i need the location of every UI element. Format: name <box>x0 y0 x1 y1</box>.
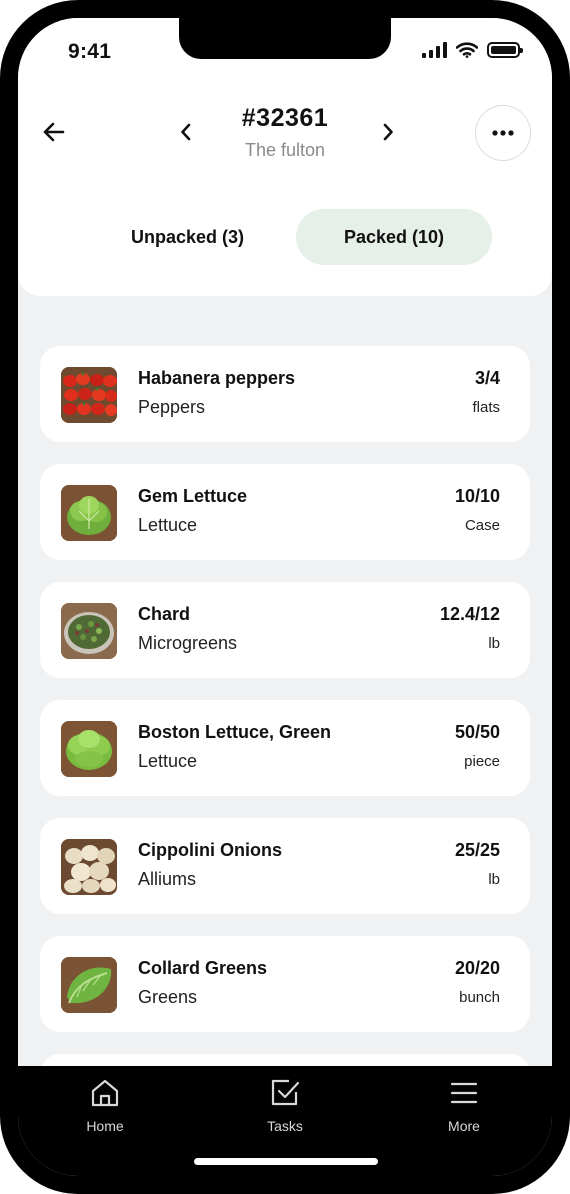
wifi-icon <box>456 42 478 58</box>
signal-icon <box>422 42 447 58</box>
list-item[interactable]: Gem Lettuce Lettuce 10/10 Case <box>40 464 530 560</box>
item-thumbnail <box>61 721 117 777</box>
nav-more-label: More <box>448 1118 480 1134</box>
item-unit: lb <box>488 871 500 888</box>
item-category: Lettuce <box>138 751 198 771</box>
item-quantity: 20/20 <box>454 958 500 978</box>
back-button[interactable] <box>38 116 70 148</box>
nav-home[interactable]: Home <box>55 1076 155 1134</box>
item-category: Alliums <box>138 869 197 889</box>
phone-frame: 9:41 #32361 The fulton Unpacked (3) Pack… <box>0 0 570 1194</box>
item-thumbnail <box>61 839 117 895</box>
packing-tabs: Unpacked (3) Packed (10) <box>90 209 494 265</box>
item-category: Lettuce <box>138 515 198 535</box>
item-name: Gem Lettuce <box>138 486 248 506</box>
checkbox-icon <box>268 1076 302 1110</box>
item-unit: flats <box>472 399 500 416</box>
item-unit: lb <box>488 635 500 652</box>
item-thumbnail <box>61 603 117 659</box>
nav-tasks[interactable]: Tasks <box>235 1076 335 1134</box>
item-name: Collard Greens <box>138 958 268 978</box>
order-number: #32361 <box>241 104 329 132</box>
tab-unpacked[interactable]: Unpacked (3) <box>90 209 285 265</box>
nav-tasks-label: Tasks <box>267 1118 303 1134</box>
home-indicator <box>194 1158 378 1165</box>
item-thumbnail <box>61 957 117 1013</box>
list-item[interactable]: Chard Microgreens 12.4/12 lb <box>40 582 530 678</box>
app-screen: 9:41 #32361 The fulton Unpacked (3) Pack… <box>18 18 552 1176</box>
item-unit: piece <box>464 753 500 770</box>
item-quantity: 10/10 <box>454 486 500 506</box>
menu-icon <box>447 1076 481 1110</box>
list-item[interactable]: Habanera peppers Peppers 3/4 flats <box>40 346 530 442</box>
header-panel: 9:41 #32361 The fulton Unpacked (3) Pack… <box>18 18 552 296</box>
item-quantity: 25/25 <box>454 840 500 860</box>
nav-home-label: Home <box>86 1118 124 1134</box>
status-time: 9:41 <box>68 40 112 63</box>
battery-icon <box>487 42 523 58</box>
lettuce-image <box>61 721 117 777</box>
list-item[interactable]: Cippolini Onions Alliums 25/25 lb <box>40 818 530 914</box>
lettuce-image <box>61 485 117 541</box>
item-name: Habanera peppers <box>138 368 296 388</box>
item-quantity: 3/4 <box>474 368 500 388</box>
item-category: Greens <box>138 987 198 1007</box>
item-name: Cippolini Onions <box>138 840 282 860</box>
item-quantity: 12.4/12 <box>439 604 500 624</box>
status-icons <box>422 42 523 58</box>
onions-image <box>61 839 117 895</box>
item-category: Microgreens <box>138 633 238 653</box>
item-thumbnail <box>61 485 117 541</box>
greens-image <box>61 957 117 1013</box>
item-unit: Case <box>464 517 500 534</box>
item-unit: bunch <box>459 989 500 1006</box>
item-name: Chard <box>138 604 191 624</box>
list-item[interactable]: Collard Greens Greens 20/20 bunch <box>40 936 530 1032</box>
peppers-image <box>61 367 117 423</box>
chevron-right-icon <box>383 123 393 141</box>
bottom-nav: Home Tasks More <box>18 1066 552 1176</box>
item-name: Boston Lettuce, Green <box>138 722 332 742</box>
customer-name: The fulton <box>244 140 326 160</box>
list-item[interactable]: Boston Lettuce, Green Lettuce 50/50 piec… <box>40 700 530 796</box>
item-thumbnail <box>61 367 117 423</box>
device-notch <box>179 18 391 59</box>
microgreens-image <box>61 603 117 659</box>
home-icon <box>88 1076 122 1110</box>
more-horizontal-icon <box>492 130 514 136</box>
more-options-button[interactable] <box>475 105 531 161</box>
nav-more[interactable]: More <box>414 1076 514 1134</box>
next-order-button[interactable] <box>374 118 402 146</box>
item-quantity: 50/50 <box>454 722 500 742</box>
tab-packed[interactable]: Packed (10) <box>296 209 492 265</box>
item-category: Peppers <box>138 397 206 417</box>
arrow-left-icon <box>43 122 65 142</box>
